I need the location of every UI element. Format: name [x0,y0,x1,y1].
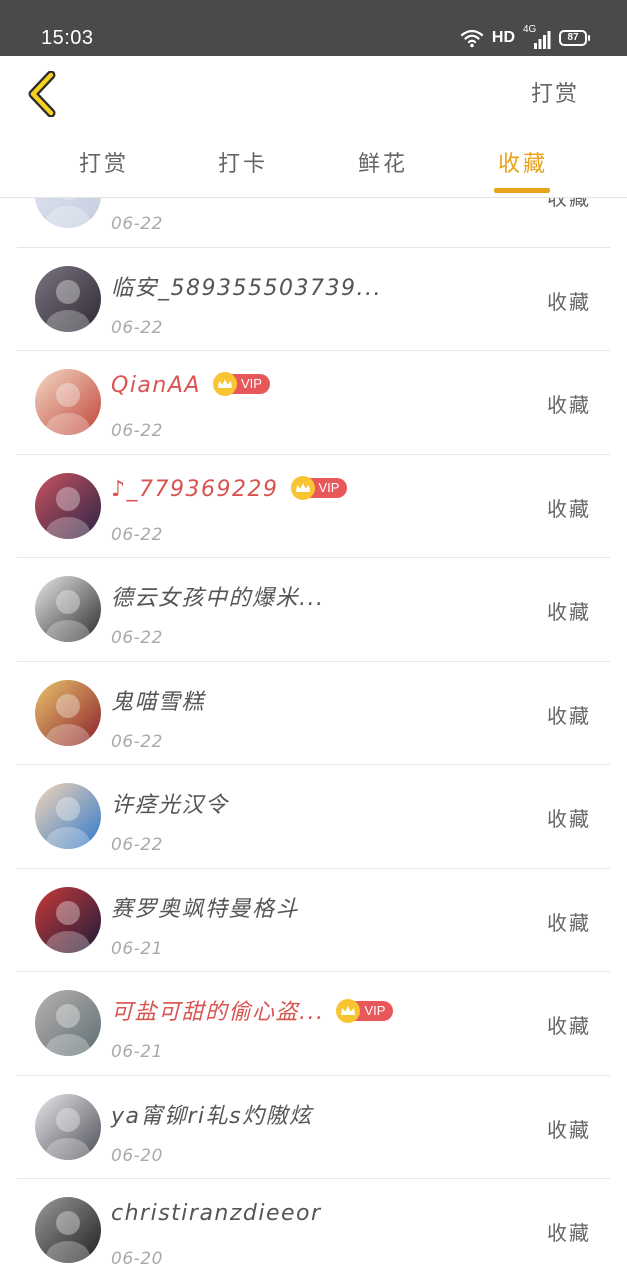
list-item[interactable]: 德云女孩中的爆米... 06-22 收藏 [0,558,627,662]
list-item[interactable]: ya甯铆ri轧s灼隞炫 06-20 收藏 [0,1076,627,1179]
avatar[interactable] [35,1197,101,1263]
crown-icon [290,475,315,500]
status-icons: HD 4G 87 [460,24,590,50]
favorite-action-label: 收藏 [547,1014,591,1038]
tab-bar: 打赏 打卡 鲜花 收藏 [0,132,627,198]
favorite-action-label: 收藏 [547,1221,591,1245]
item-date: 06-21 [111,938,163,959]
vip-label: VIP [354,1001,394,1021]
back-button[interactable] [18,68,66,120]
user-name[interactable]: QianAA VIP [111,372,270,398]
user-name-text: 可盐可甜的偷心盗... [111,1000,325,1025]
favorite-action-label: 收藏 [547,807,591,831]
nav-bar: 打赏 [0,56,627,132]
user-name[interactable]: 鬼喵雪糕 [111,684,205,716]
list-item[interactable]: QianAA VIP 06-22 收藏 [0,351,627,455]
favorite-action-label: 收藏 [547,393,591,417]
favorite-action-label: 收藏 [547,600,591,624]
favorite-action-label: 收藏 [547,198,591,210]
tab-favorites[interactable]: 收藏 [478,146,568,178]
avatar[interactable] [35,783,101,849]
item-date: 06-22 [111,628,163,648]
favorite-action-label: 收藏 [547,496,591,521]
status-bar: 15:03 HD 4G 87 [0,0,627,56]
hd-label: HD [491,29,515,46]
tab-checkin[interactable]: 打卡 [198,146,288,178]
user-name[interactable]: christiranzdieeor [111,1201,322,1226]
vip-badge: VIP [212,372,270,396]
list-item[interactable]: 赛罗奥飒特曼格斗 06-21 收藏 [0,869,627,972]
avatar[interactable] [35,576,101,642]
item-date: 06-22 [111,731,163,752]
avatar[interactable] [35,1093,101,1160]
item-date: 06-20 [111,1145,163,1166]
tab-reward[interactable]: 打赏 [59,146,149,178]
list-item[interactable]: ♪_779369229 VIP 06-22 收藏 [0,455,627,558]
user-name[interactable]: 赛罗奥飒特曼格斗 [111,891,299,923]
user-name-text: ♪_779369229 [111,476,279,502]
user-name-text: 德云女孩中的爆米... [111,586,325,611]
user-name-text: ya甯铆ri轧s灼隞炫 [111,1103,313,1129]
list-item[interactable]: christiranzdieeor 06-20 收藏 [0,1179,627,1280]
user-name-text: christiranzdieeor [111,1201,322,1226]
status-time: 15:03 [41,27,94,49]
signal-icon [534,31,551,49]
avatar[interactable] [35,886,101,953]
item-date: 06-22 [111,421,163,441]
item-date: 06-21 [111,1042,163,1062]
crown-icon [212,372,237,396]
user-name[interactable]: 德云女孩中的爆米... [111,580,324,612]
avatar[interactable] [35,679,101,746]
active-tab-indicator [494,188,550,193]
list-item[interactable]: 可盐可甜的偷心盗... VIP 06-21 收藏 [0,972,627,1076]
favorite-action-label: 收藏 [547,703,591,728]
list-item[interactable]: 临安_589355503739... 06-22 收藏 [0,248,627,351]
user-name[interactable]: ♪_779369229 VIP [111,475,348,502]
battery-icon: 87 [559,30,590,46]
item-date: 06-22 [111,835,163,855]
user-name-text: 赛罗奥飒特曼格斗 [111,896,300,922]
user-name-text: 鬼喵雪糕 [111,689,206,715]
favorite-action-label: 收藏 [547,289,591,314]
item-date: 06-20 [111,1249,163,1269]
user-name-text: QianAA [111,373,201,398]
favorite-action-label: 收藏 [547,1117,591,1142]
item-date: 06-22 [111,317,163,338]
user-name[interactable]: 可盐可甜的偷心盗... VIP [111,994,394,1026]
vip-badge: VIP [336,999,394,1023]
vip-badge: VIP [290,475,348,500]
avatar[interactable] [35,265,101,332]
list-item[interactable]: 鬼喵雪糕 06-22 收藏 [0,662,627,765]
list-item[interactable]: 196****196_4122383...06-22收藏 [0,198,627,248]
avatar[interactable] [35,990,101,1056]
user-name[interactable]: 临安_589355503739... [111,270,382,302]
chevron-left-icon [28,71,56,117]
list-item[interactable]: 许痉光汉令 06-22 收藏 [0,765,627,869]
avatar[interactable] [35,369,101,435]
favorite-action-label: 收藏 [547,910,591,935]
reward-action-button[interactable]: 打赏 [531,76,579,108]
signal-indicator: 4G [523,24,551,49]
item-date: 06-22 [111,214,163,234]
user-name[interactable]: 许痉光汉令 [111,787,229,819]
avatar[interactable] [35,198,101,228]
tab-flowers[interactable]: 鲜花 [338,146,428,178]
favorites-list[interactable]: 196****196_4122383...06-22收藏临安_589355503… [0,198,627,1280]
wifi-icon [460,29,483,48]
avatar[interactable] [35,472,101,539]
user-name-text: 临安_589355503739... [111,275,382,301]
user-name[interactable]: ya甯铆ri轧s灼隞炫 [111,1098,313,1130]
user-name-text: 许痉光汉令 [111,793,229,818]
item-date: 06-22 [111,524,163,545]
